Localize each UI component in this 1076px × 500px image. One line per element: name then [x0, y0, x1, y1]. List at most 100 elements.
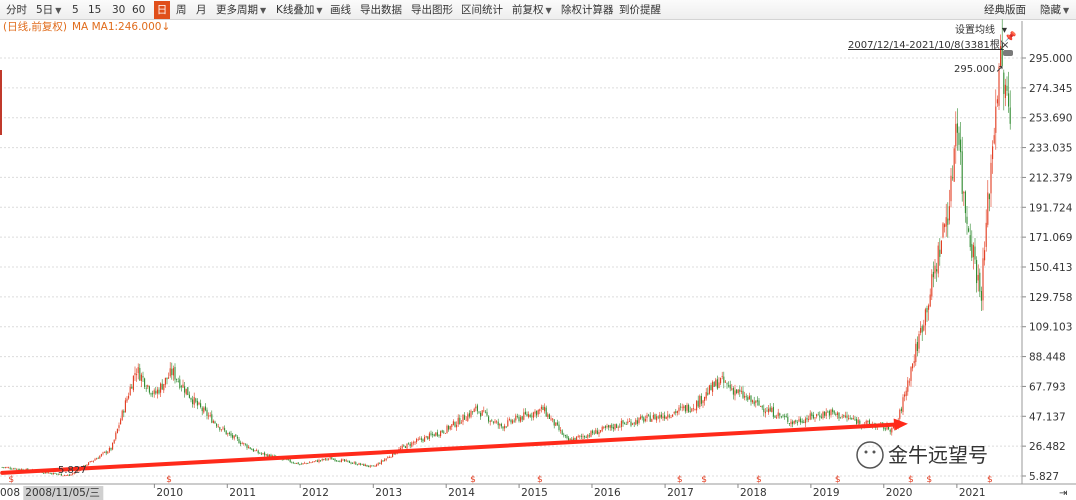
candle-body [683, 406, 685, 409]
ex-rights-marker[interactable]: $ [166, 475, 172, 485]
candle-body [952, 177, 954, 179]
candle-body [646, 415, 648, 419]
candle-body [177, 380, 179, 382]
candle-body [718, 382, 720, 388]
candle-body [534, 411, 536, 414]
candle-body [422, 439, 424, 442]
candle-body [528, 414, 530, 418]
candle-body [262, 453, 264, 454]
watermark-text: 金牛远望号 [888, 443, 988, 467]
candle-body [11, 468, 13, 470]
ex-rights-marker[interactable]: $ [987, 475, 993, 485]
candle-body [481, 410, 483, 416]
candle-body [390, 456, 392, 458]
candle-body [460, 422, 462, 424]
ex-rights-marker[interactable]: $ [701, 475, 707, 485]
candle-body [356, 464, 358, 466]
candle-body [496, 421, 498, 423]
candle-body [145, 387, 147, 389]
candle-body [760, 405, 762, 407]
candle-body [427, 436, 429, 440]
candle-body [625, 424, 627, 425]
ex-rights-marker[interactable]: $ [8, 475, 14, 485]
candle-body [470, 410, 472, 418]
ex-rights-marker[interactable]: $ [756, 475, 762, 485]
ex-rights-marker[interactable]: $ [470, 475, 476, 485]
candle-body [120, 419, 122, 425]
candle-body [928, 305, 930, 310]
candle-body [232, 435, 234, 438]
candle-body [348, 460, 350, 463]
candle-body [211, 414, 213, 423]
candle-body [905, 390, 907, 396]
candle-body [492, 421, 494, 423]
candle-body [446, 425, 448, 434]
candle-body [102, 452, 104, 454]
candle-body [707, 392, 709, 395]
candle-body [611, 424, 613, 428]
candle-body [139, 367, 141, 381]
candle-body [104, 451, 106, 453]
ex-rights-marker[interactable]: $ [926, 475, 932, 485]
candle-body [132, 375, 134, 391]
candle-body [617, 426, 619, 428]
ex-rights-marker[interactable]: $ [537, 475, 543, 485]
candle-body [835, 414, 837, 415]
candle-body [153, 390, 155, 394]
x-tick-label: 2012 [302, 487, 329, 499]
candle-body [940, 240, 942, 254]
x-tick-label: 2011 [229, 487, 256, 499]
candle-body [990, 162, 992, 194]
candle-body [361, 463, 363, 465]
candle-body [440, 431, 442, 437]
candle-body [521, 416, 523, 420]
ex-rights-marker[interactable]: $ [835, 475, 841, 485]
candle-body [360, 463, 362, 465]
candle-body [913, 361, 915, 364]
candle-body [500, 424, 502, 427]
candle-body [529, 414, 531, 417]
candle-body [892, 426, 894, 429]
y-tick-label: 253.690 [1029, 113, 1072, 125]
scroll-handle[interactable] [1003, 50, 1013, 56]
candle-body [328, 458, 330, 460]
candle-body [310, 462, 312, 464]
chart-grid [0, 21, 1076, 500]
range-label[interactable]: 2007/12/14-2021/10/8(3381根) [848, 38, 1004, 51]
candle-body [518, 416, 520, 422]
candle-body [675, 411, 677, 414]
candle-body [584, 435, 586, 438]
pin-icon[interactable]: 📌 [1004, 30, 1017, 43]
candle-body [844, 415, 846, 418]
candle-body [640, 416, 642, 419]
candle-body [819, 415, 821, 418]
ex-rights-marker[interactable]: $ [908, 475, 914, 485]
candle-body [900, 408, 902, 411]
candle-body [620, 420, 622, 428]
candle-body [643, 417, 645, 422]
ex-rights-marker[interactable]: $ [677, 475, 683, 485]
candle-body [592, 430, 594, 434]
candle-body [345, 460, 347, 462]
candle-body [457, 417, 459, 425]
candle-body [577, 436, 579, 438]
max-price-label: 295.000↗ [954, 64, 1004, 75]
x-tick-label: 008 [0, 487, 20, 499]
candle-body [672, 414, 674, 417]
expand-icon[interactable]: ⇥ [1059, 488, 1067, 499]
candle-body [92, 460, 94, 462]
candle-body [828, 410, 830, 416]
candle-body [16, 468, 18, 470]
candle-body [140, 374, 142, 382]
y-tick-label: 274.345 [1029, 83, 1072, 95]
candle-body [240, 442, 242, 445]
candle-body [995, 106, 997, 133]
candle-body [604, 426, 606, 428]
candle-body [6, 467, 8, 469]
candle-body [649, 415, 651, 422]
candle-body [475, 406, 477, 409]
candle-body [916, 341, 918, 351]
candle-body [43, 473, 45, 474]
ma-setting-link[interactable]: 设置均线 [955, 23, 995, 36]
candle-body [627, 421, 629, 424]
